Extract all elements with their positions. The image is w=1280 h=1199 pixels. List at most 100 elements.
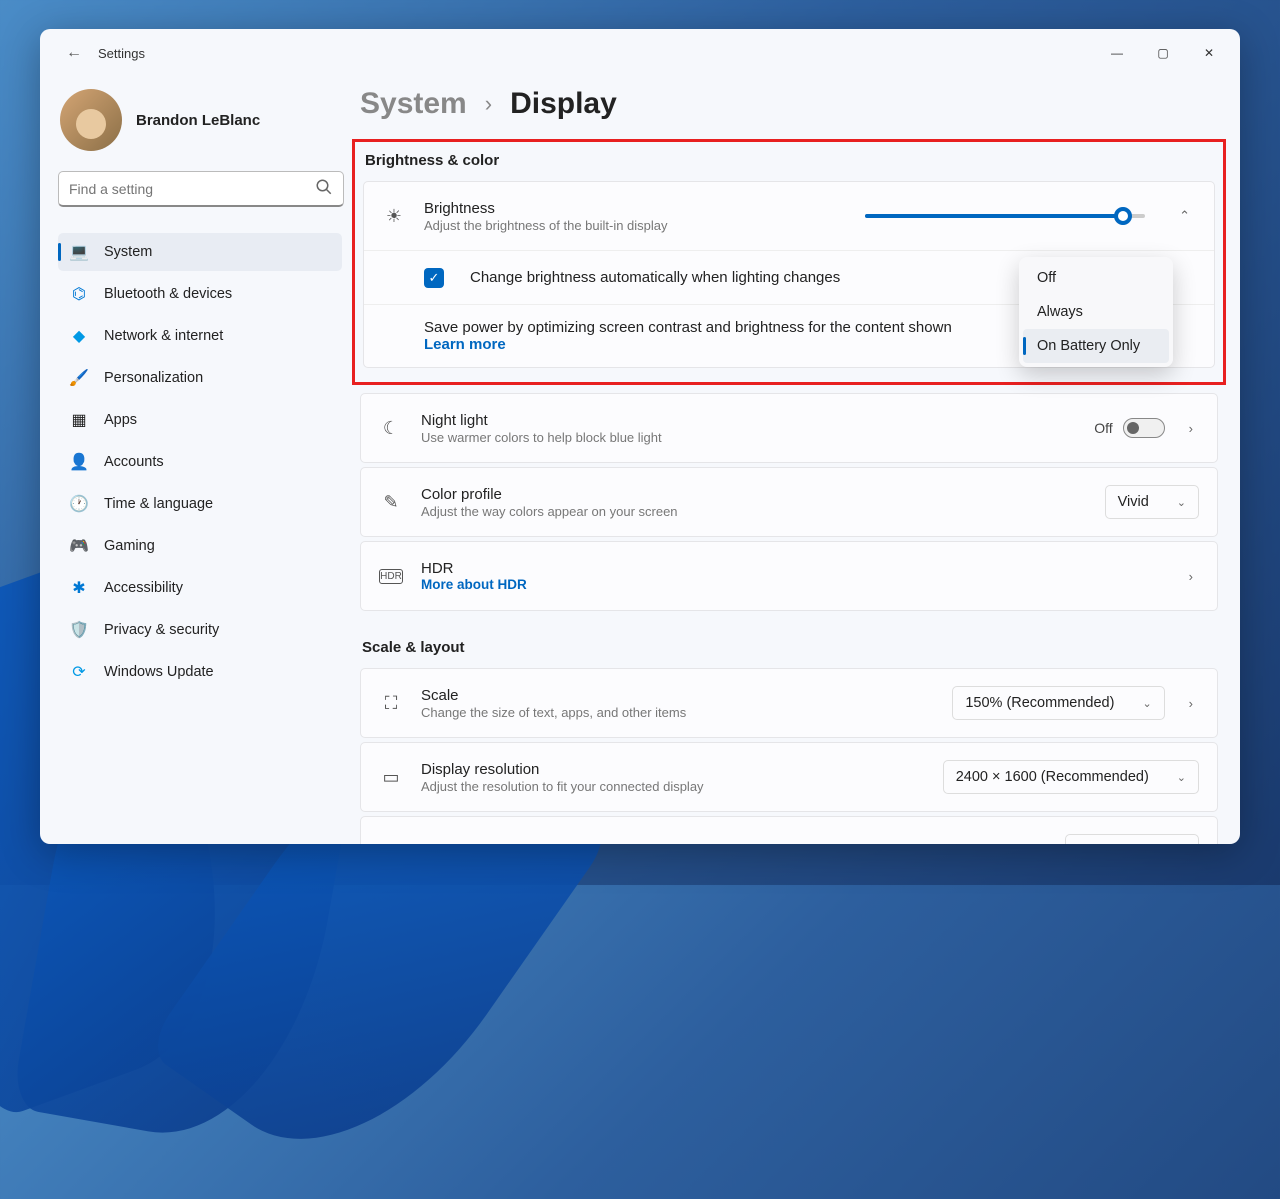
- scale-sub: Change the size of text, apps, and other…: [421, 705, 934, 720]
- nav-label: Accessibility: [104, 580, 183, 596]
- nav-update[interactable]: ⟳ Windows Update: [58, 653, 342, 691]
- night-light-title: Night light: [421, 412, 1076, 429]
- breadcrumb-parent[interactable]: System: [360, 87, 467, 121]
- chevron-down-icon: ⌄: [1177, 496, 1186, 509]
- close-button[interactable]: ✕: [1186, 37, 1232, 69]
- back-arrow-icon: ←: [66, 44, 82, 62]
- nav-bluetooth[interactable]: ⌬ Bluetooth & devices: [58, 275, 342, 313]
- apps-icon: ▦: [70, 411, 88, 429]
- resolution-select[interactable]: 2400 × 1600 (Recommended) ⌄: [943, 760, 1199, 794]
- color-profile-sub: Adjust the way colors appear on your scr…: [421, 504, 1087, 519]
- update-icon: ⟳: [70, 663, 88, 681]
- nav-label: Bluetooth & devices: [104, 286, 232, 302]
- scale-select[interactable]: 150% (Recommended) ⌄: [952, 686, 1164, 720]
- minimize-button[interactable]: —: [1094, 37, 1140, 69]
- hdr-link[interactable]: More about HDR: [421, 577, 1165, 592]
- nav-personalization[interactable]: 🖌️ Personalization: [58, 359, 342, 397]
- breadcrumb-current: Display: [510, 87, 617, 121]
- sidebar: Brandon LeBlanc 💻System ⌬ Bluetooth & dev…: [40, 77, 350, 844]
- night-light-toggle[interactable]: [1123, 418, 1165, 438]
- scale-icon: ⛶: [379, 693, 403, 714]
- sun-icon: ☀: [382, 206, 406, 227]
- brightness-sub: Adjust the brightness of the built-in di…: [424, 218, 847, 233]
- nav-label: Accounts: [104, 454, 164, 470]
- breadcrumb: System › Display: [360, 87, 1218, 139]
- settings-window: ← Settings — ▢ ✕ Brandon LeBlanc 💻System…: [40, 29, 1240, 844]
- resolution-value: 2400 × 1600 (Recommended): [956, 769, 1149, 785]
- personalization-icon: 🖌️: [70, 369, 88, 387]
- back-button[interactable]: ←: [56, 35, 92, 71]
- auto-brightness-label: Change brightness automatically when lig…: [470, 269, 840, 286]
- shield-icon: 🛡️: [70, 621, 88, 639]
- nav-label: Personalization: [104, 370, 203, 386]
- orientation-icon: ⟳: [379, 841, 403, 845]
- slider-thumb[interactable]: [1114, 207, 1132, 225]
- orientation-card: ⟳ Display orientation Landscape ⌄: [360, 816, 1218, 844]
- dropdown-option-off[interactable]: Off: [1023, 261, 1169, 295]
- time-icon: 🕐: [70, 495, 88, 513]
- color-profile-select[interactable]: Vivid ⌄: [1105, 485, 1199, 519]
- nav-label: Windows Update: [104, 664, 214, 680]
- minimize-icon: —: [1111, 46, 1123, 60]
- color-profile-value: Vivid: [1118, 494, 1149, 510]
- avatar: [60, 89, 122, 151]
- scale-card: ⛶ Scale Change the size of text, apps, a…: [360, 668, 1218, 738]
- nav-label: Network & internet: [104, 328, 223, 344]
- nav-list: 💻System ⌬ Bluetooth & devices ◆Network & …: [58, 233, 342, 691]
- system-icon: 💻: [70, 243, 88, 261]
- chevron-right-icon[interactable]: ›: [1183, 569, 1199, 584]
- nav-accessibility[interactable]: ✱Accessibility: [58, 569, 342, 607]
- check-icon: ✓: [429, 270, 440, 286]
- chevron-right-icon[interactable]: ›: [1183, 421, 1199, 436]
- hdr-card[interactable]: HDR HDR More about HDR ›: [360, 541, 1218, 611]
- search-input[interactable]: [69, 181, 315, 197]
- brightness-row: ☀ Brightness Adjust the brightness of th…: [364, 182, 1214, 250]
- section-title-scale: Scale & layout: [362, 639, 1218, 656]
- orientation-select[interactable]: Landscape ⌄: [1065, 834, 1199, 844]
- auto-brightness-checkbox[interactable]: ✓: [424, 268, 444, 288]
- nav-system[interactable]: 💻System: [58, 233, 342, 271]
- nav-privacy[interactable]: 🛡️ Privacy & security: [58, 611, 342, 649]
- color-profile-title: Color profile: [421, 486, 1087, 503]
- nav-time[interactable]: 🕐 Time & language: [58, 485, 342, 523]
- resolution-card: ▭ Display resolution Adjust the resoluti…: [360, 742, 1218, 812]
- night-light-sub: Use warmer colors to help block blue lig…: [421, 430, 1076, 445]
- toggle-knob: [1127, 422, 1139, 434]
- resolution-title: Display resolution: [421, 761, 925, 778]
- chevron-down-icon: ⌄: [1142, 697, 1151, 710]
- search-icon: [315, 178, 333, 199]
- bluetooth-icon: ⌬: [70, 285, 88, 303]
- section-title-brightness: Brightness & color: [365, 152, 1215, 169]
- chevron-up-icon: ⌃: [1179, 208, 1190, 223]
- nav-network[interactable]: ◆Network & internet: [58, 317, 342, 355]
- window-title: Settings: [98, 46, 145, 61]
- brightness-slider[interactable]: [865, 214, 1145, 218]
- user-profile[interactable]: Brandon LeBlanc: [58, 77, 342, 171]
- slider-fill: [865, 214, 1123, 218]
- expand-button[interactable]: ⌃: [1173, 208, 1196, 224]
- optimize-dropdown: Off Always On Battery Only: [1019, 257, 1173, 367]
- nav-accounts[interactable]: 👤 Accounts: [58, 443, 342, 481]
- scale-value: 150% (Recommended): [965, 695, 1114, 711]
- accounts-icon: 👤: [70, 453, 88, 471]
- scale-title: Scale: [421, 687, 934, 704]
- hdr-title: HDR: [421, 560, 1165, 577]
- nav-label: Privacy & security: [104, 622, 219, 638]
- dropdown-option-always[interactable]: Always: [1023, 295, 1169, 329]
- color-profile-card: ✎ Color profile Adjust the way colors ap…: [360, 467, 1218, 537]
- chevron-down-icon: ⌄: [1177, 771, 1186, 784]
- dropdown-option-battery[interactable]: On Battery Only: [1023, 329, 1169, 363]
- nav-apps[interactable]: ▦ Apps: [58, 401, 342, 439]
- maximize-icon: ▢: [1157, 46, 1168, 60]
- nav-label: Time & language: [104, 496, 213, 512]
- night-light-card[interactable]: ☾ Night light Use warmer colors to help …: [360, 393, 1218, 463]
- chevron-right-icon[interactable]: ›: [1183, 696, 1199, 711]
- search-box[interactable]: [58, 171, 344, 207]
- nav-gaming[interactable]: 🎮Gaming: [58, 527, 342, 565]
- orientation-value: Landscape: [1078, 843, 1149, 844]
- nav-label: Apps: [104, 412, 137, 428]
- user-name: Brandon LeBlanc: [136, 112, 260, 129]
- brightness-title: Brightness: [424, 200, 847, 217]
- maximize-button[interactable]: ▢: [1140, 37, 1186, 69]
- pen-icon: ✎: [379, 492, 403, 513]
